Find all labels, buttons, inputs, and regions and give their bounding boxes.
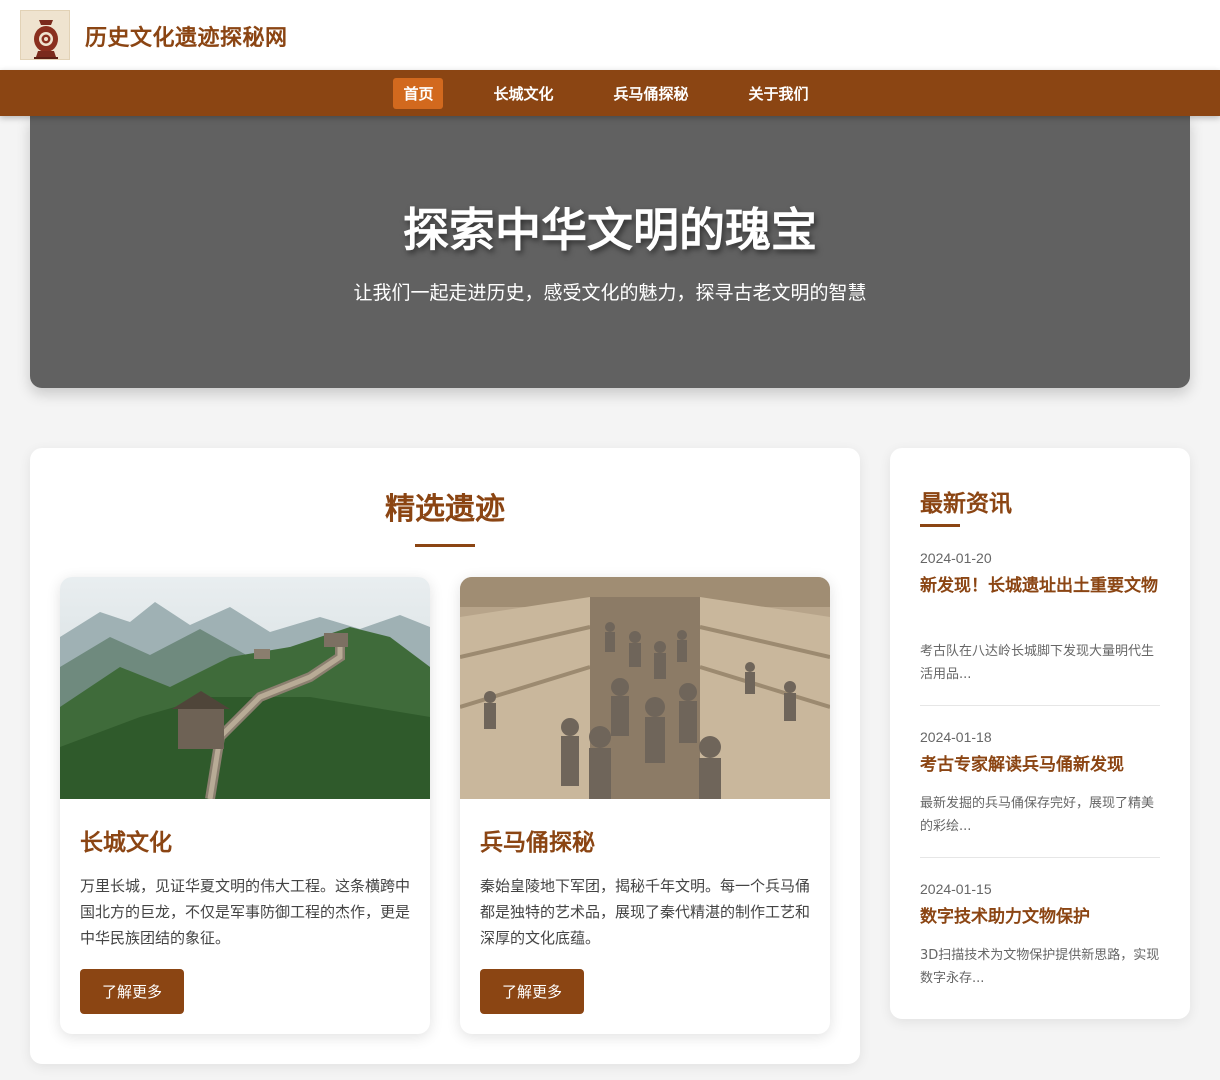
nav-list: 首页 长城文化 兵马俑探秘 关于我们 bbox=[0, 70, 1220, 116]
nav-link-about[interactable]: 关于我们 bbox=[739, 78, 819, 109]
news-date: 2024-01-18 bbox=[920, 729, 992, 745]
news-item[interactable]: 2024-01-18 考古专家解读兵马俑新发现 最新发掘的兵马俑保存完好，展现了… bbox=[920, 729, 1160, 858]
hero-title: 探索中华文明的瑰宝 bbox=[403, 203, 817, 257]
news-summary: 考古队在八达岭长城脚下发现大量明代生活用品... bbox=[920, 644, 1155, 682]
nav-link-home[interactable]: 首页 bbox=[393, 77, 444, 109]
nav-link-great-wall[interactable]: 长城文化 bbox=[483, 78, 563, 109]
hero-banner: 探索中华文明的瑰宝 让我们一起走进历史，感受文化的魅力，探寻古老文明的智慧 bbox=[30, 116, 1190, 388]
news-summary: 最新发掘的兵马俑保存完好，展现了精美的彩绘... bbox=[920, 796, 1155, 834]
news-headline[interactable]: 数字技术助力文物保护 bbox=[920, 903, 1160, 931]
nav-item-terracotta: 兵马俑探秘 bbox=[592, 78, 711, 109]
hero-subtitle: 让我们一起走进历史，感受文化的魅力，探寻古老文明的智慧 bbox=[353, 282, 867, 304]
site-title[interactable]: 历史文化遗迹探秘网 bbox=[85, 20, 288, 52]
learn-more-button[interactable]: 了解更多 bbox=[480, 969, 584, 1014]
site-header: 历史文化遗迹探秘网 bbox=[0, 0, 1220, 70]
terracotta-army-image bbox=[460, 577, 830, 799]
site-card-great-wall: 长城文化 万里长城，见证华夏文明的伟大工程。这条横跨中国北方的巨龙，不仅是军事防… bbox=[60, 577, 430, 1034]
title-divider bbox=[415, 544, 475, 547]
nav-item-home: 首页 bbox=[393, 77, 455, 109]
news-sidebar: 最新资讯 2024-01-20 新发现！长城遗址出土重要文物 考古队在八达岭长城… bbox=[890, 448, 1190, 1019]
site-card-terracotta: 兵马俑探秘 秦始皇陵地下军团，揭秘千年文明。每一个兵马俑都是独特的艺术品，展现了… bbox=[460, 577, 830, 1034]
card-description: 秦始皇陵地下军团，揭秘千年文明。每一个兵马俑都是独特的艺术品，展现了秦代精湛的制… bbox=[480, 877, 811, 947]
nav-link-terracotta[interactable]: 兵马俑探秘 bbox=[604, 78, 699, 109]
great-wall-image bbox=[60, 577, 430, 800]
card-title: 长城文化 bbox=[80, 830, 172, 856]
learn-more-button[interactable]: 了解更多 bbox=[80, 969, 184, 1014]
card-title: 兵马俑探秘 bbox=[480, 830, 595, 856]
featured-sites-panel: 精选遗迹 长城文化 万里长城，见证华夏文明的伟大工程。这条横跨中国北方的巨龙，不… bbox=[30, 448, 860, 1064]
bronze-vessel-logo-icon[interactable] bbox=[20, 10, 70, 60]
featured-title: 精选遗迹 bbox=[385, 492, 505, 527]
news-date: 2024-01-20 bbox=[920, 550, 992, 566]
news-title: 最新资讯 bbox=[920, 491, 1012, 517]
nav-item-great-wall: 长城文化 bbox=[471, 78, 575, 109]
nav-item-about: 关于我们 bbox=[727, 78, 831, 109]
news-item[interactable]: 2024-01-15 数字技术助力文物保护 3D扫描技术为文物保护提供新思路，实… bbox=[920, 881, 1160, 991]
news-title-divider bbox=[920, 524, 960, 527]
news-summary: 3D扫描技术为文物保护提供新思路，实现数字永存... bbox=[920, 948, 1160, 986]
news-date: 2024-01-15 bbox=[920, 881, 992, 897]
news-item[interactable]: 2024-01-20 新发现！长城遗址出土重要文物 考古队在八达岭长城脚下发现大… bbox=[920, 550, 1160, 706]
news-headline[interactable]: 新发现！长城遗址出土重要文物 bbox=[920, 572, 1160, 600]
card-description: 万里长城，见证华夏文明的伟大工程。这条横跨中国北方的巨龙，不仅是军事防御工程的杰… bbox=[80, 877, 411, 947]
main-nav: 首页 长城文化 兵马俑探秘 关于我们 bbox=[0, 70, 1220, 116]
news-headline[interactable]: 考古专家解读兵马俑新发现 bbox=[920, 751, 1160, 779]
